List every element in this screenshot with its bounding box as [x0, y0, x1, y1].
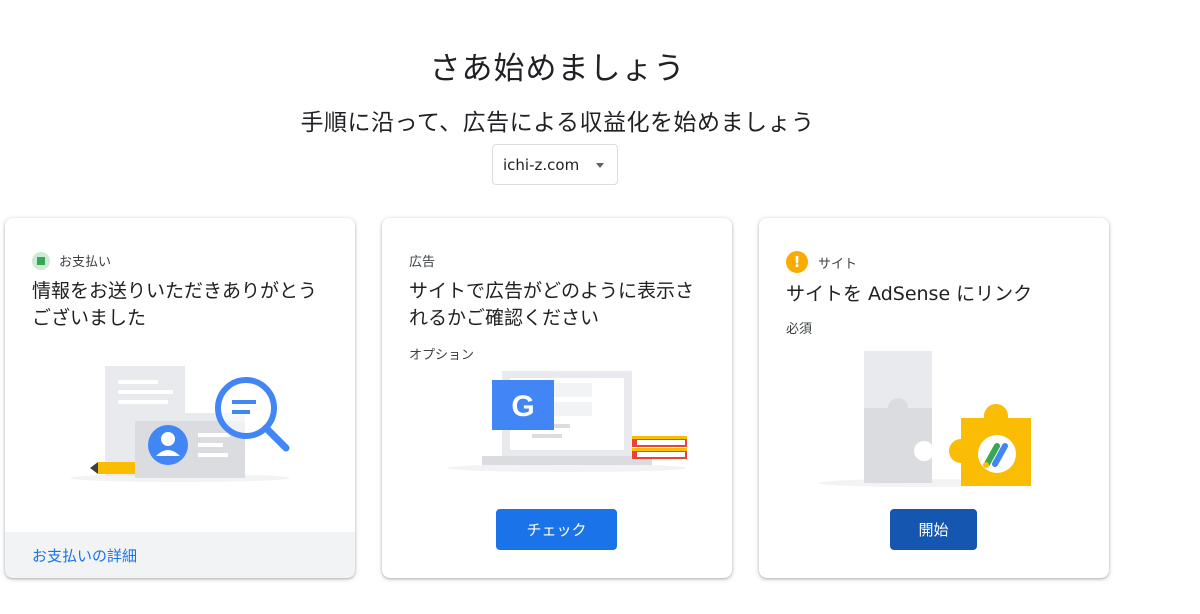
site-selector-dropdown[interactable]: ichi-z.com [492, 144, 618, 185]
payment-card-heading: 情報をお送りいただきありがとうございました [32, 280, 318, 329]
caret-down-icon [596, 163, 604, 168]
ads-tag-label: 広告 [409, 255, 436, 270]
site-tag: ! サイト [786, 251, 857, 273]
ads-card-heading: サイトで広告がどのように表示されるかご確認ください [409, 280, 695, 329]
start-link-button[interactable]: 開始 [890, 509, 977, 550]
ads-optional-label: オプション [409, 348, 475, 363]
warning-icon: ! [786, 251, 808, 273]
ads-tag: 広告 [409, 251, 435, 270]
site-selector-value: ichi-z.com [503, 155, 580, 174]
site-tag-label: サイト [818, 256, 858, 272]
payment-tag-label: お支払い [59, 255, 112, 270]
site-card-heading: サイトを AdSense にリンク [786, 283, 1033, 305]
ads-card: 広告 サイトで広告がどのように表示されるかご確認ください オプション G チェッ… [382, 218, 732, 578]
check-ads-button[interactable]: チェック [496, 509, 617, 550]
site-required-label: 必須 [786, 322, 813, 337]
site-card: ! サイト サイトを AdSense にリンク 必須 開始 [759, 218, 1109, 578]
payment-profile-illustration [70, 366, 290, 482]
payment-details-link[interactable]: お支払いの詳細 [32, 545, 137, 566]
payment-card-footer: お支払いの詳細 [5, 532, 355, 578]
check-square-icon [32, 251, 50, 270]
page-subtitle: 手順に沿って、広告による収益化を始めましょう [300, 110, 815, 137]
payment-tag: お支払い [32, 251, 111, 270]
page-title: さあ始めましょう [429, 50, 686, 87]
ad-preview-illustration: G [447, 371, 687, 472]
svg-text:G: G [511, 390, 534, 423]
adsense-puzzle-illustration [819, 351, 1031, 487]
payment-card: お支払い 情報をお送りいただきありがとうございました お支払いの詳細 [5, 218, 355, 578]
